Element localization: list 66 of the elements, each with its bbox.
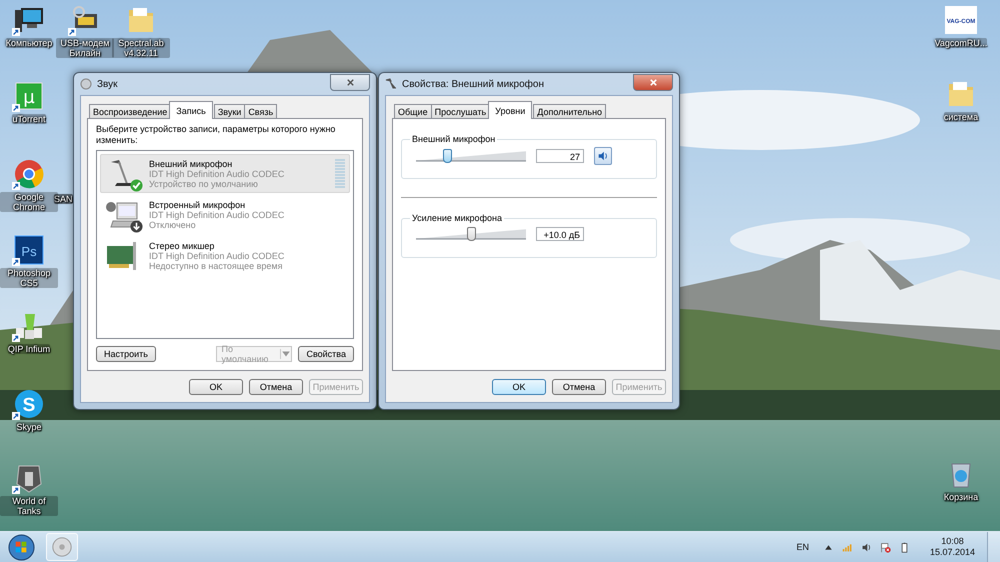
icon-label: USB-модем Билайн [56,38,114,58]
tab[interactable]: Уровни [488,101,532,119]
tab[interactable]: Запись [169,101,213,119]
device-status: Устройство по умолчанию [149,178,259,188]
device-name: Внешний микрофон [149,158,234,168]
device-name: Встроенный микрофон [149,200,246,210]
skype-icon: S [13,388,45,420]
window-title: Звук [97,78,119,90]
close-button[interactable] [633,74,673,90]
utorrent-icon: µ [13,80,45,112]
icon-label: World of Tanks [0,496,58,516]
window-title: Свойства: Внешний микрофон [402,78,545,90]
device-item[interactable]: Внешний микрофон IDT High Definition Audio CODEC Устройство по умолчанию [100,154,350,193]
clock-time: 10:08 [941,536,964,547]
value-field[interactable]: +10.0 дБ [536,227,584,241]
close-icon [346,78,354,86]
flag-icon[interactable] [880,542,891,552]
desktop-icon[interactable]: World of Tanks [0,462,58,516]
driver-name: IDT High Definition Audio CODEC [149,210,286,220]
windows-logo-icon [8,534,34,560]
tab[interactable]: Воспроизведение [89,104,172,119]
tab[interactable]: Связь [244,104,278,119]
value-field[interactable]: 27 [536,149,584,163]
battery-icon[interactable] [898,542,910,552]
icon-label: Spectral.ab v4.32.11 [112,38,170,58]
device-item[interactable]: Стерео микшер IDT High Definition Audio CODEC Недоступно в настоящее время [100,236,350,275]
tab[interactable]: Звуки [214,104,246,119]
dialog-button[interactable]: OK [492,379,546,395]
tab[interactable]: Дополнительно [533,104,606,119]
device-status: Недоступно в настоящее время [149,260,284,270]
microphone-icon [385,78,397,90]
device-name: Стерео микшер [149,240,214,250]
desktop-icon[interactable]: QIP Infium [0,310,58,354]
dialog-button[interactable]: OK [189,379,243,395]
desktop-icon[interactable]: Корзина [932,458,990,502]
slider[interactable] [416,148,526,164]
taskbar-app-button[interactable] [46,533,78,561]
driver-name: IDT High Definition Audio CODEC [149,168,286,178]
desktop-icon[interactable]: Ps Photoshop CS5 [0,234,58,288]
slider-thumb[interactable] [466,227,476,241]
clock-date: 15.07.2014 [930,547,975,558]
group-label: Внешний микрофон [410,134,498,145]
slider[interactable] [416,226,526,242]
slider-thumb[interactable] [443,149,452,163]
caret-icon [280,349,292,359]
photoshop-icon: Ps [13,234,45,266]
tab[interactable]: Общие [394,104,432,119]
dialog-button[interactable]: Отмена [552,379,606,395]
icon-label: Photoshop CS5 [0,268,58,288]
volume-icon[interactable] [860,542,872,552]
clock[interactable]: 10:08 15.07.2014 [926,536,979,558]
configure-button[interactable]: Настроить [96,346,156,362]
chrome-icon [13,158,45,190]
device-status: Отключено [149,220,197,230]
disc-icon [51,536,73,558]
driver-name: IDT High Definition Audio CODEC [149,250,286,260]
mute-button[interactable] [594,147,612,165]
instruction-text: Выберите устройство записи, параметры которого нужно изменить: [96,124,336,146]
properties-button[interactable]: Свойства [298,346,354,362]
close-button[interactable] [330,74,370,90]
dialog-button[interactable]: Отмена [249,379,303,395]
desktop-icon[interactable]: S Skype [0,388,58,432]
group-label: Усиление микрофона [410,213,504,224]
level-meter [335,158,345,188]
language-indicator[interactable]: EN [796,542,809,552]
close-icon [648,78,658,86]
